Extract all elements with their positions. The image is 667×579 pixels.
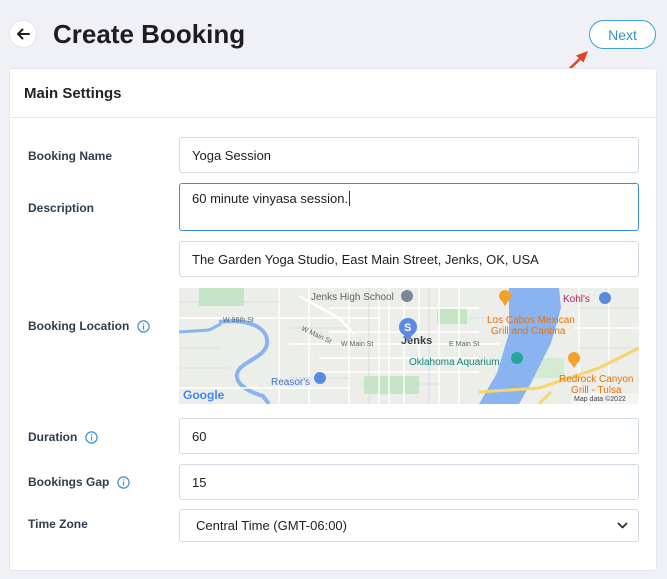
duration-value: 60	[192, 428, 207, 444]
arrow-left-icon	[17, 28, 30, 40]
booking-name-input[interactable]: Yoga Session	[179, 137, 639, 173]
map-park	[199, 288, 244, 306]
time-zone-label-text: Time Zone	[28, 517, 88, 531]
panel-title: Main Settings	[24, 84, 122, 102]
text-caret	[349, 191, 351, 206]
next-button[interactable]: Next	[589, 20, 656, 49]
booking-name-value: Yoga Session	[192, 147, 272, 163]
location-value: The Garden Yoga Studio, East Main Street…	[192, 251, 539, 267]
bookings-gap-label-text: Bookings Gap	[28, 475, 110, 489]
map-pin-kohls-icon	[599, 292, 611, 304]
description-value: 60 minute vinyasa session.	[192, 191, 349, 206]
info-icon[interactable]	[137, 319, 151, 333]
time-zone-value: Central Time (GMT-06:00)	[196, 518, 347, 533]
back-button[interactable]	[9, 20, 37, 48]
panel-header: Main Settings	[10, 69, 656, 118]
bookings-gap-label: Bookings Gap	[28, 475, 131, 489]
top-bar: Create Booking Next	[0, 0, 667, 81]
description-label-text: Description	[28, 201, 95, 215]
location-map[interactable]: Jenks High School Kohl's W 96th St W Mai…	[179, 288, 639, 404]
map-label-wmain2: W Main St	[341, 341, 373, 348]
page-title: Create Booking	[53, 19, 246, 49]
time-zone-label: Time Zone	[28, 517, 88, 531]
map-pin-school-icon	[401, 290, 413, 302]
bookings-gap-input[interactable]: 15	[179, 464, 639, 500]
booking-name-label-text: Booking Name	[28, 149, 113, 163]
duration-label-text: Duration	[28, 430, 78, 444]
map-label-loscabos-1: Los Cabos Mexican	[487, 315, 575, 326]
map-park	[437, 308, 467, 324]
info-icon[interactable]	[117, 475, 131, 489]
duration-label: Duration	[28, 430, 99, 444]
map-pin-letter: S	[404, 322, 411, 334]
location-input[interactable]: The Garden Yoga Studio, East Main Street…	[179, 241, 639, 277]
map-label-loscabos-2: Grill and Cantina	[491, 326, 566, 337]
map-label-reasors: Reasor's	[271, 377, 310, 388]
time-zone-select[interactable]: Central Time (GMT-06:00)	[179, 509, 639, 542]
map-label-kohls: Kohl's	[563, 294, 590, 305]
map-park	[364, 376, 419, 394]
map-label-google: Google	[183, 388, 225, 402]
description-textarea[interactable]: 60 minute vinyasa session.	[179, 183, 639, 231]
bookings-gap-value: 15	[192, 474, 207, 490]
map-label-emain: E Main St	[449, 341, 479, 348]
map-label-aquarium: Oklahoma Aquarium	[409, 357, 500, 368]
booking-name-label: Booking Name	[28, 149, 112, 163]
map-pin-reasors-icon	[314, 372, 326, 384]
map-pin-aquarium-icon	[511, 352, 523, 364]
booking-location-label-text: Booking Location	[28, 319, 130, 333]
chevron-down-icon	[617, 522, 628, 529]
main-settings-panel: Main Settings Booking Name Yoga Session …	[9, 68, 657, 571]
booking-location-label: Booking Location	[28, 319, 151, 333]
map-label-w96: W 96th St	[223, 317, 254, 324]
description-label: Description	[28, 201, 94, 215]
map-label-redrock-1: Redrock Canyon	[559, 374, 633, 385]
duration-input[interactable]: 60	[179, 418, 639, 454]
info-icon[interactable]	[85, 430, 99, 444]
map-attribution: Map data ©2022	[574, 395, 626, 403]
map-label-school: Jenks High School	[311, 292, 394, 303]
